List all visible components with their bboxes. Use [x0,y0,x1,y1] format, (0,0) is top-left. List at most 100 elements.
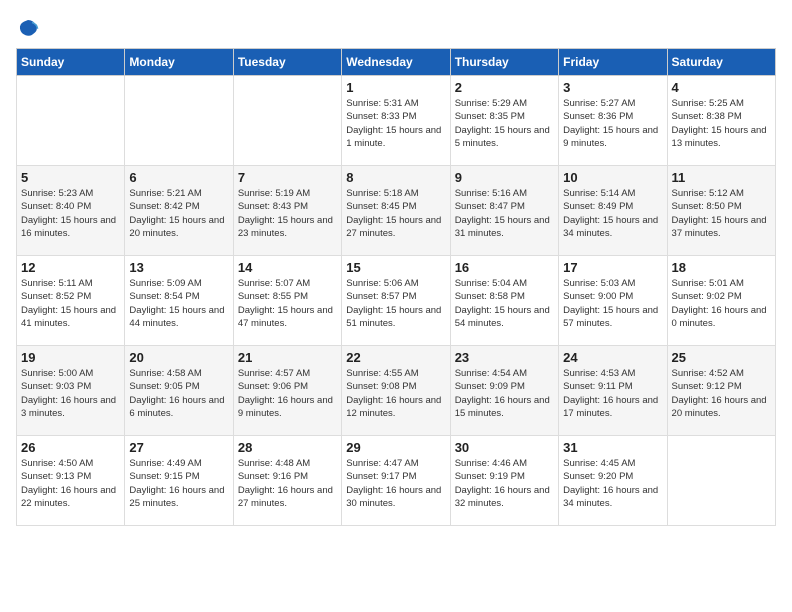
cell-content: Sunrise: 5:04 AM Sunset: 8:58 PM Dayligh… [455,277,554,330]
weekday-header: Monday [125,49,233,76]
cell-content: Sunrise: 5:11 AM Sunset: 8:52 PM Dayligh… [21,277,120,330]
cell-content: Sunrise: 5:12 AM Sunset: 8:50 PM Dayligh… [672,187,771,240]
cell-content: Sunrise: 5:18 AM Sunset: 8:45 PM Dayligh… [346,187,445,240]
day-number: 18 [672,260,771,275]
cell-content: Sunrise: 5:14 AM Sunset: 8:49 PM Dayligh… [563,187,662,240]
day-number: 21 [238,350,337,365]
calendar-cell: 20 Sunrise: 4:58 AM Sunset: 9:05 PM Dayli… [125,346,233,436]
calendar-cell: 12 Sunrise: 5:11 AM Sunset: 8:52 PM Dayli… [17,256,125,346]
cell-content: Sunrise: 5:19 AM Sunset: 8:43 PM Dayligh… [238,187,337,240]
calendar-cell: 19 Sunrise: 5:00 AM Sunset: 9:03 PM Dayli… [17,346,125,436]
cell-content: Sunrise: 5:06 AM Sunset: 8:57 PM Dayligh… [346,277,445,330]
cell-content: Sunrise: 5:03 AM Sunset: 9:00 PM Dayligh… [563,277,662,330]
calendar-cell: 10 Sunrise: 5:14 AM Sunset: 8:49 PM Dayli… [559,166,667,256]
page-header [16,16,776,40]
day-number: 4 [672,80,771,95]
day-number: 9 [455,170,554,185]
calendar-week-row: 26 Sunrise: 4:50 AM Sunset: 9:13 PM Dayli… [17,436,776,526]
calendar-cell: 22 Sunrise: 4:55 AM Sunset: 9:08 PM Dayli… [342,346,450,436]
calendar-cell: 8 Sunrise: 5:18 AM Sunset: 8:45 PM Daylig… [342,166,450,256]
cell-content: Sunrise: 5:21 AM Sunset: 8:42 PM Dayligh… [129,187,228,240]
weekday-header: Thursday [450,49,558,76]
calendar-cell: 28 Sunrise: 4:48 AM Sunset: 9:16 PM Dayli… [233,436,341,526]
day-number: 12 [21,260,120,275]
calendar-cell: 3Sunrise: 5:27 AM Sunset: 8:36 PM Daylig… [559,76,667,166]
logo-icon [16,16,40,40]
calendar-cell: 24 Sunrise: 4:53 AM Sunset: 9:11 PM Dayli… [559,346,667,436]
day-number: 16 [455,260,554,275]
calendar-cell [17,76,125,166]
calendar-cell: 14 Sunrise: 5:07 AM Sunset: 8:55 PM Dayli… [233,256,341,346]
day-number: 30 [455,440,554,455]
calendar-cell [125,76,233,166]
day-number: 14 [238,260,337,275]
cell-content: Sunrise: 4:58 AM Sunset: 9:05 PM Dayligh… [129,367,228,420]
day-number: 3 [563,80,662,95]
cell-content: Sunrise: 4:48 AM Sunset: 9:16 PM Dayligh… [238,457,337,510]
cell-content: Sunrise: 4:46 AM Sunset: 9:19 PM Dayligh… [455,457,554,510]
calendar-cell: 11 Sunrise: 5:12 AM Sunset: 8:50 PM Dayli… [667,166,775,256]
day-number: 13 [129,260,228,275]
day-number: 28 [238,440,337,455]
weekday-header: Sunday [17,49,125,76]
day-number: 11 [672,170,771,185]
day-number: 19 [21,350,120,365]
calendar-cell: 29 Sunrise: 4:47 AM Sunset: 9:17 PM Dayli… [342,436,450,526]
day-number: 22 [346,350,445,365]
cell-content: Sunrise: 5:01 AM Sunset: 9:02 PM Dayligh… [672,277,771,330]
calendar-cell: 6 Sunrise: 5:21 AM Sunset: 8:42 PM Daylig… [125,166,233,256]
day-number: 7 [238,170,337,185]
calendar-week-row: 5 Sunrise: 5:23 AM Sunset: 8:40 PM Daylig… [17,166,776,256]
cell-content: Sunrise: 5:09 AM Sunset: 8:54 PM Dayligh… [129,277,228,330]
cell-content: Sunrise: 4:53 AM Sunset: 9:11 PM Dayligh… [563,367,662,420]
calendar-cell: 26 Sunrise: 4:50 AM Sunset: 9:13 PM Dayli… [17,436,125,526]
cell-content: Sunrise: 4:50 AM Sunset: 9:13 PM Dayligh… [21,457,120,510]
cell-content: Sunrise: 5:23 AM Sunset: 8:40 PM Dayligh… [21,187,120,240]
cell-content: Sunrise: 5:07 AM Sunset: 8:55 PM Dayligh… [238,277,337,330]
cell-content: Sunrise: 4:52 AM Sunset: 9:12 PM Dayligh… [672,367,771,420]
calendar-table: SundayMondayTuesdayWednesdayThursdayFrid… [16,48,776,526]
day-number: 24 [563,350,662,365]
calendar-cell: 25Sunrise: 4:52 AM Sunset: 9:12 PM Dayli… [667,346,775,436]
calendar-cell: 16 Sunrise: 5:04 AM Sunset: 8:58 PM Dayli… [450,256,558,346]
weekday-header: Saturday [667,49,775,76]
weekday-header: Friday [559,49,667,76]
calendar-week-row: 12 Sunrise: 5:11 AM Sunset: 8:52 PM Dayli… [17,256,776,346]
weekday-header: Tuesday [233,49,341,76]
day-number: 29 [346,440,445,455]
cell-content: Sunrise: 4:47 AM Sunset: 9:17 PM Dayligh… [346,457,445,510]
cell-content: Sunrise: 4:55 AM Sunset: 9:08 PM Dayligh… [346,367,445,420]
day-number: 15 [346,260,445,275]
cell-content: Sunrise: 4:49 AM Sunset: 9:15 PM Dayligh… [129,457,228,510]
calendar-cell: 15 Sunrise: 5:06 AM Sunset: 8:57 PM Dayli… [342,256,450,346]
day-number: 8 [346,170,445,185]
cell-content: Sunrise: 5:16 AM Sunset: 8:47 PM Dayligh… [455,187,554,240]
cell-content: Sunrise: 5:29 AM Sunset: 8:35 PM Dayligh… [455,97,554,150]
day-number: 6 [129,170,228,185]
cell-content: Sunrise: 5:25 AM Sunset: 8:38 PM Dayligh… [672,97,771,150]
calendar-cell [233,76,341,166]
cell-content: Sunrise: 4:45 AM Sunset: 9:20 PM Dayligh… [563,457,662,510]
calendar-week-row: 19 Sunrise: 5:00 AM Sunset: 9:03 PM Dayli… [17,346,776,436]
calendar-cell: 9 Sunrise: 5:16 AM Sunset: 8:47 PM Daylig… [450,166,558,256]
calendar-cell: 7 Sunrise: 5:19 AM Sunset: 8:43 PM Daylig… [233,166,341,256]
day-number: 5 [21,170,120,185]
cell-content: Sunrise: 4:57 AM Sunset: 9:06 PM Dayligh… [238,367,337,420]
calendar-cell: 27 Sunrise: 4:49 AM Sunset: 9:15 PM Dayli… [125,436,233,526]
day-number: 17 [563,260,662,275]
day-number: 2 [455,80,554,95]
calendar-cell: 13 Sunrise: 5:09 AM Sunset: 8:54 PM Dayli… [125,256,233,346]
calendar-cell: 1Sunrise: 5:31 AM Sunset: 8:33 PM Daylig… [342,76,450,166]
calendar-cell: 21 Sunrise: 4:57 AM Sunset: 9:06 PM Dayli… [233,346,341,436]
day-number: 27 [129,440,228,455]
day-number: 26 [21,440,120,455]
calendar-cell [667,436,775,526]
cell-content: Sunrise: 4:54 AM Sunset: 9:09 PM Dayligh… [455,367,554,420]
cell-content: Sunrise: 5:31 AM Sunset: 8:33 PM Dayligh… [346,97,445,150]
day-number: 20 [129,350,228,365]
cell-content: Sunrise: 5:00 AM Sunset: 9:03 PM Dayligh… [21,367,120,420]
calendar-cell: 2 Sunrise: 5:29 AM Sunset: 8:35 PM Daylig… [450,76,558,166]
calendar-cell: 31Sunrise: 4:45 AM Sunset: 9:20 PM Dayli… [559,436,667,526]
day-number: 10 [563,170,662,185]
calendar-cell: 4 Sunrise: 5:25 AM Sunset: 8:38 PM Daylig… [667,76,775,166]
